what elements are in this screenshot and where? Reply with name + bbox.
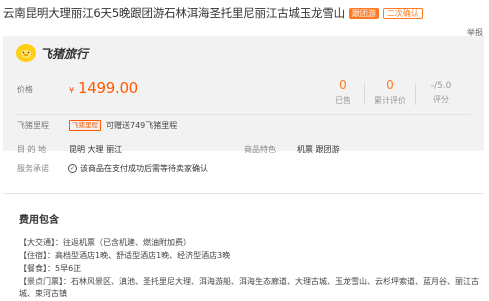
miles-text: 可赠送749飞猪里程	[106, 121, 178, 130]
fee-line-hotel: 【住宿】：高档型酒店1晚、舒适型酒店1晚、经济型酒店3晚	[19, 251, 231, 260]
fee-line-tickets: 【景点门票】：石林风景区、滇池、圣托里尼大理、洱海游船、洱海生态廊道、大理古城、…	[19, 277, 479, 298]
destination-value: 昆明 大理 丽江	[69, 145, 123, 154]
service-value: 该商品在支付成功后需等待卖家确认	[80, 164, 208, 173]
currency-symbol: ¥	[69, 86, 75, 95]
feature-label: 商品特色	[244, 145, 276, 154]
fees-title: 费用包含	[19, 215, 59, 226]
confirm-badge: 二次确认	[382, 7, 423, 19]
title-row: 云南昆明大理丽江6天5晚跟团游石林洱海圣托里尼丽江古城玉龙雪山 跟团游 二次确认	[3, 4, 423, 22]
price-panel: 飞猪旅行 价格 ¥ 1499.00 0 已售 0 累计评价 -/5.0 评分 飞…	[3, 36, 484, 151]
product-title: 云南昆明大理丽江6天5晚跟团游石林洱海圣托里尼丽江古城玉龙雪山	[3, 6, 345, 20]
stat-rating-label: 评分	[433, 95, 449, 104]
stat-rating-value: -/5.0	[430, 81, 452, 91]
pig-logo-icon	[16, 44, 36, 62]
miles-label: 飞猪里程	[17, 121, 49, 130]
stat-rating: -/5.0 评分	[411, 78, 471, 105]
miles-tag: 飞猪里程	[69, 120, 101, 131]
price-label: 价格	[17, 85, 33, 94]
tour-type-badge: 跟团游	[348, 7, 379, 19]
fee-line-transport: 【大交通】：往返机票（已含机建、燃油附加费）	[19, 238, 191, 247]
fee-line-meals: 【餐食】：5早6正	[19, 264, 82, 273]
fees-section: 费用包含 【大交通】：往返机票（已含机建、燃油附加费） 【住宿】：高档型酒店1晚…	[3, 193, 484, 301]
feature-value: 机票 跟团游	[297, 145, 340, 154]
service-label: 服务承诺	[17, 164, 49, 173]
check-circle-icon: ✓	[68, 164, 77, 173]
logo-text: 飞猪旅行	[40, 46, 89, 61]
price-value: 1499.00	[78, 79, 138, 97]
destination-label: 目 的 地	[17, 145, 47, 154]
fliggy-logo[interactable]: 飞猪旅行	[16, 42, 104, 64]
panel-divider	[16, 114, 471, 115]
